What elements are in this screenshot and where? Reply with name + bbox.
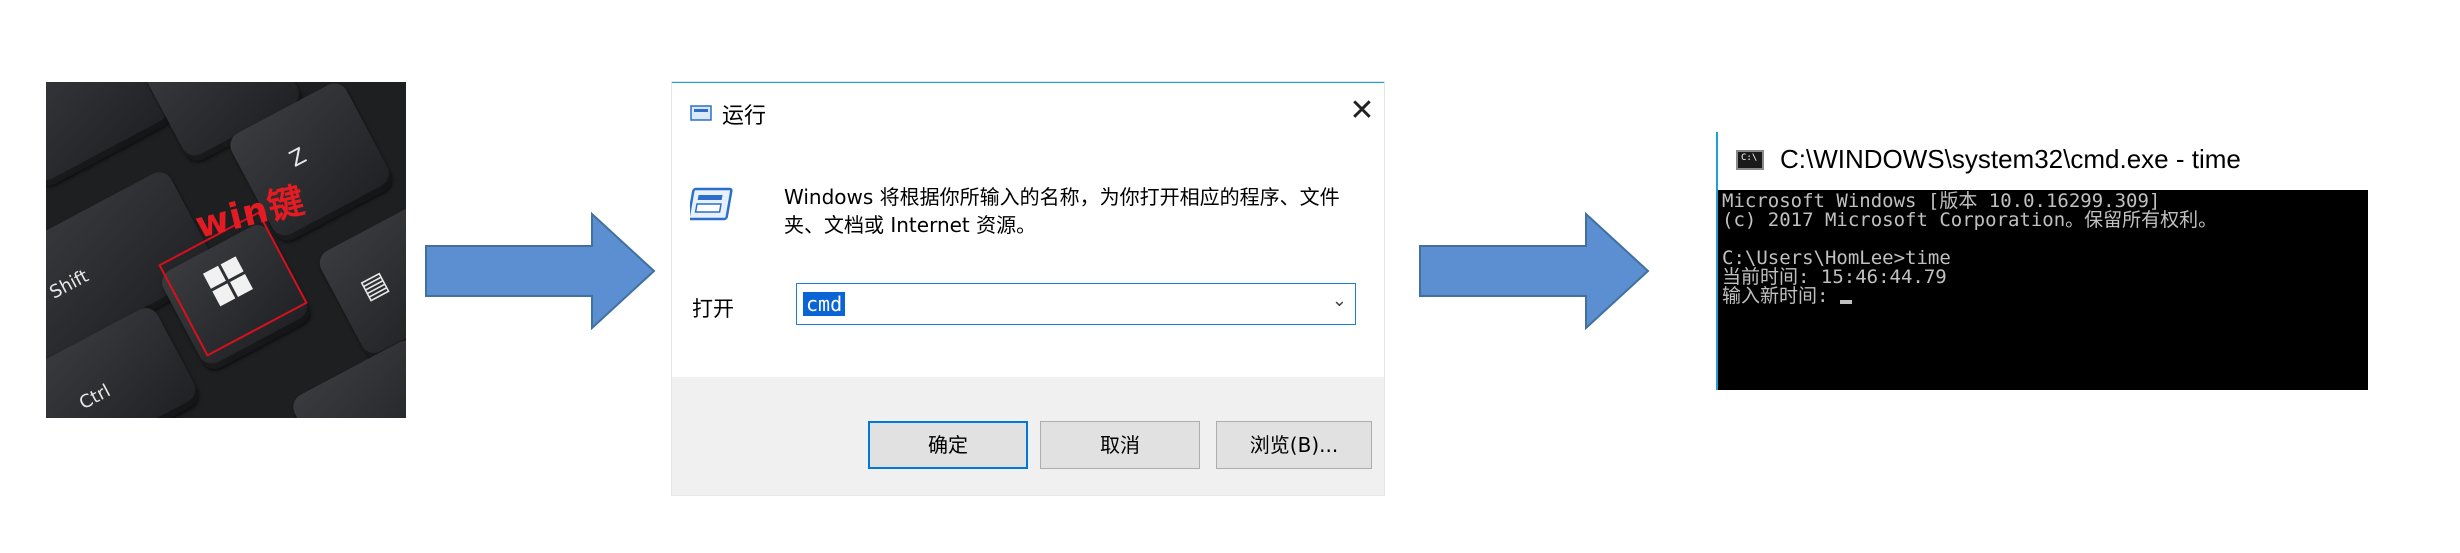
cmd-icon-label: C:\ [1741,153,1758,163]
cancel-button[interactable]: 取消 [1040,421,1200,469]
chevron-down-icon[interactable]: ⌄ [1332,290,1347,311]
arrow-right-icon [425,212,656,330]
cmd-console[interactable]: Microsoft Windows [版本 10.0.16299.309] (c… [1716,190,2368,390]
run-dialog: 运行 ✕ Windows 将根据你所输入的名称，为你打开相应的程序、文件夹、文档… [672,82,1384,495]
key [288,335,406,418]
key-menu: ▤ [314,200,406,364]
close-button[interactable]: ✕ [1344,93,1380,129]
browse-button[interactable]: 浏览(B)... [1216,421,1372,469]
arrow-right-icon [1419,212,1650,330]
run-titlebar: 运行 ✕ [672,83,1384,139]
run-app-icon [690,187,733,221]
run-button-bar: 确定 取消 浏览(B)... [672,377,1384,495]
keyboard-photo: Z Shift ▤ Ctrl win键 [46,82,406,418]
cmd-window-title: C:\WINDOWS\system32\cmd.exe - time [1780,144,2241,174]
key-z-label: Z [285,143,311,173]
console-prompt: 输入新时间: [1722,285,1840,307]
open-input-value[interactable]: cmd [803,292,846,316]
key-shift-label: Shift [46,265,93,304]
run-dialog-title: 运行 [722,104,767,129]
close-icon: ✕ [1349,93,1375,128]
cmd-titlebar: C:\ C:\WINDOWS\system32\cmd.exe - time [1716,132,2368,190]
cmd-window: C:\ C:\WINDOWS\system32\cmd.exe - time M… [1716,132,2368,390]
console-line: (c) 2017 Microsoft Corporation。保留所有权利。 [1722,209,2218,231]
open-label: 打开 [692,297,734,321]
run-icon [690,105,712,121]
console-input-line[interactable]: 输入新时间: [1722,287,2364,306]
run-description: Windows 将根据你所输入的名称，为你打开相应的程序、文件夹、文档或 Int… [784,185,1340,237]
key-ctrl-label: Ctrl [75,380,115,415]
open-combobox[interactable]: cmd ⌄ [796,283,1356,325]
ok-button[interactable]: 确定 [868,421,1028,469]
cmd-icon: C:\ [1736,150,1764,170]
text-cursor [1839,300,1852,304]
menu-key-icon: ▤ [354,264,394,306]
